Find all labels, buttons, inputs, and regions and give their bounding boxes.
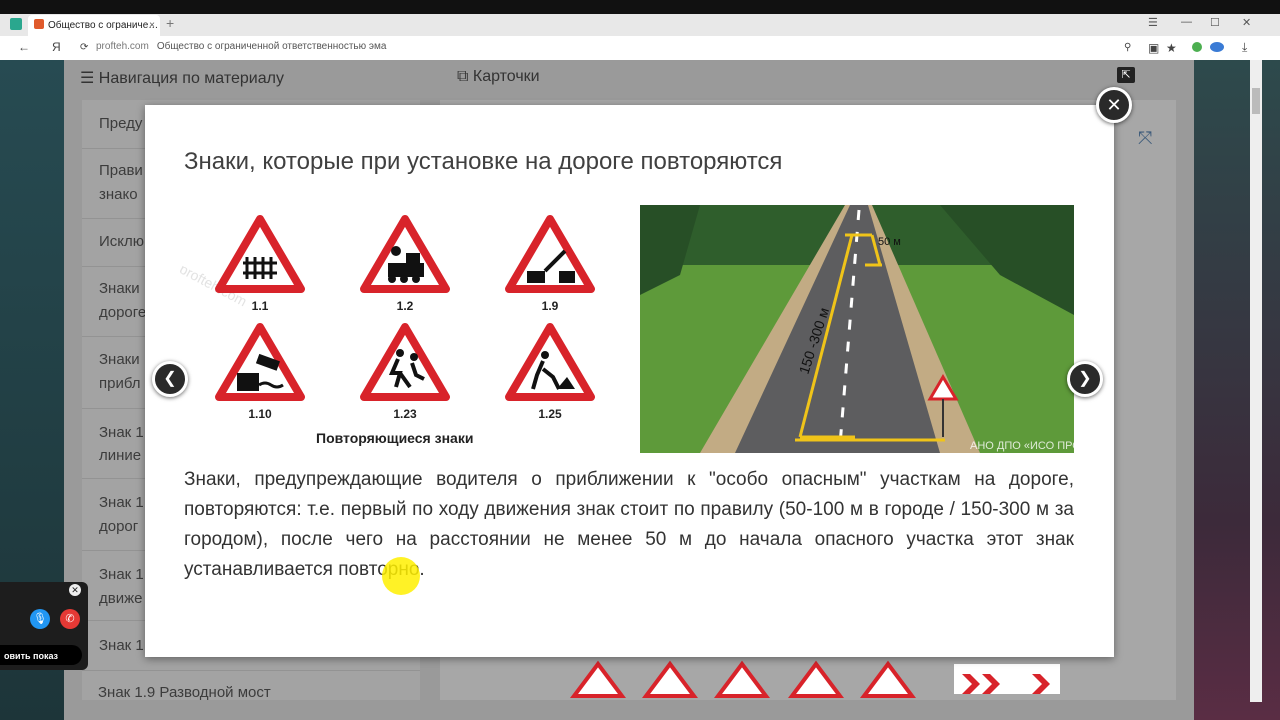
sidebar-item-1-9[interactable]: Знак 1.9 Разводной мост xyxy=(98,684,271,701)
road-works-sign-icon xyxy=(509,327,591,397)
open-external-icon[interactable]: ⇱ xyxy=(1117,67,1135,83)
road-label-50m: 50 м xyxy=(878,236,901,248)
download-icon[interactable]: ⤓ xyxy=(1242,40,1247,55)
browser-menu-icon[interactable] xyxy=(10,18,22,30)
signs-caption: Повторяющиеся знаки xyxy=(316,430,474,446)
chevron-left-icon[interactable]: ❮ xyxy=(152,361,188,397)
sidebar-item-label: Знак 1 xyxy=(99,494,144,511)
chevron-right-icon[interactable]: ❯ xyxy=(1067,361,1103,397)
tab-close-icon[interactable]: × xyxy=(149,15,155,36)
cards-header[interactable]: ⧉ Карточки xyxy=(457,68,540,86)
embankment-sign-icon xyxy=(219,327,301,397)
railroad-crossing-sign-icon xyxy=(219,219,301,289)
maximize-icon[interactable]: ☐ xyxy=(1210,16,1220,29)
drawbridge-sign-icon xyxy=(509,219,591,289)
train-sign-icon xyxy=(364,219,446,289)
navigation-label: Навигация по материалу xyxy=(98,70,284,87)
extension-icon[interactable] xyxy=(1210,42,1224,52)
back-icon[interactable]: ← xyxy=(18,40,30,54)
reader-icon[interactable]: ▣ xyxy=(1148,41,1159,55)
fullscreen-icon[interactable]: ⤧ xyxy=(1138,128,1152,149)
url-site: profteh.com xyxy=(96,41,149,52)
road-illustration: 50 м 150 -300 м АНО ДПО «ИСО ПРОФТЕХ» xyxy=(640,205,1074,453)
modal-title: Знаки, которые при установке на дороге п… xyxy=(184,148,783,175)
modal-body-text: Знаки, предупреждающие водителя о прибли… xyxy=(184,469,1074,580)
microphone-icon[interactable]: 🎙 xyxy=(30,609,50,629)
sign-label-1-10: 1.10 xyxy=(248,407,272,421)
scrollbar[interactable] xyxy=(1250,60,1262,702)
bottom-signs-strip xyxy=(570,660,1060,698)
close-window-icon[interactable]: ✕ xyxy=(1242,16,1251,29)
cards-label: Карточки xyxy=(472,68,540,85)
scrollbar-thumb[interactable] xyxy=(1252,88,1260,114)
road-watermark: АНО ДПО «ИСО ПРОФТЕХ» xyxy=(970,440,1074,452)
sidebar-item-label: Исклю xyxy=(99,233,145,250)
sign-label-1-9: 1.9 xyxy=(541,299,559,313)
cursor-highlight xyxy=(382,557,420,595)
sidebar-item-label: знако xyxy=(99,186,138,203)
sidebar-item-label: Знак 1 xyxy=(99,424,144,441)
top-black-bar xyxy=(0,0,1280,14)
new-tab-button[interactable]: + xyxy=(166,15,174,31)
bookmark-star-icon[interactable]: ★ xyxy=(1166,41,1177,55)
minimize-icon[interactable]: — xyxy=(1181,16,1192,28)
tab-title: Общество с ограниче… xyxy=(48,20,159,31)
menu-icon[interactable]: ☰ xyxy=(1148,16,1158,29)
call-close-icon[interactable]: ✕ xyxy=(69,584,81,596)
sidebar-item-label: Знаки xyxy=(99,351,140,368)
sidebar-item-label: Прави xyxy=(99,162,143,179)
url-page-title: Общество с ограниченной ответственностью… xyxy=(156,41,387,52)
search-icon[interactable]: ⚲ xyxy=(1124,42,1131,53)
desktop-right-strip xyxy=(1194,60,1280,720)
children-sign-icon xyxy=(364,327,446,397)
tab-favicon-icon xyxy=(34,19,44,29)
sign-label-1-25: 1.25 xyxy=(538,407,562,421)
sidebar-item-label: Знаки xyxy=(99,280,140,297)
sidebar-item-label: Знак 1 xyxy=(99,566,144,583)
navigation-header[interactable]: ☰ Навигация по материалу xyxy=(80,68,284,88)
sign-label-1-1: 1.1 xyxy=(251,299,269,313)
stop-showing-label: овить показ xyxy=(4,651,59,661)
hang-up-icon[interactable]: ✆ xyxy=(60,609,80,629)
sidebar-item-label: движе xyxy=(99,590,143,607)
sidebar-item-label: дорог xyxy=(99,518,139,535)
sidebar-item-label: линие xyxy=(99,447,142,464)
yandex-icon[interactable]: Я xyxy=(52,40,61,54)
sidebar-item-label: прибл xyxy=(99,375,141,392)
url-field[interactable]: profteh.com Общество с ограниченной ответ… xyxy=(96,41,386,52)
site-info-icon[interactable]: ⟳ xyxy=(80,42,88,53)
sign-label-1-23: 1.23 xyxy=(393,407,417,421)
tab-bar xyxy=(0,14,1280,36)
close-icon[interactable]: ✕ xyxy=(1096,87,1132,123)
sidebar-item-label: дороге xyxy=(99,304,147,321)
sign-label-1-2: 1.2 xyxy=(396,299,414,313)
sidebar-item-label: Знак 1 xyxy=(99,637,144,654)
browser-tab[interactable]: Общество с ограниче… × xyxy=(28,15,160,36)
sidebar-item-label: Преду xyxy=(99,115,143,132)
protect-icon[interactable] xyxy=(1192,42,1202,52)
